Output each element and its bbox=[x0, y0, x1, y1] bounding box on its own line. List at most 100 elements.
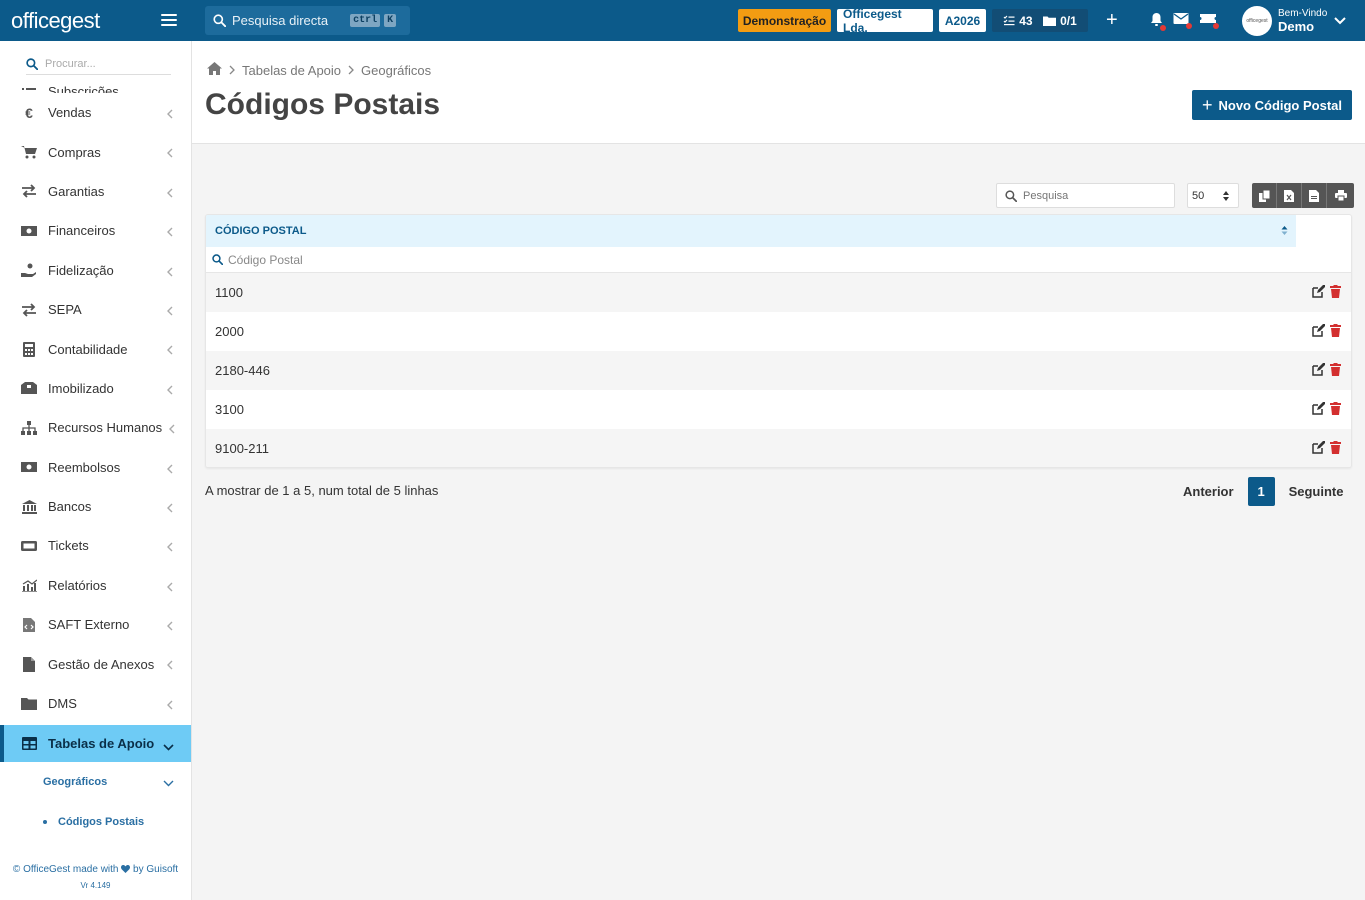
sidebar-item-label: Recursos Humanos bbox=[48, 420, 163, 436]
breadcrumb: Tabelas de Apoio Geográficos bbox=[207, 62, 431, 78]
sidebar-search[interactable]: Procurar... bbox=[26, 53, 171, 75]
sidebar-item-imobilizado[interactable]: Imobilizado bbox=[0, 369, 191, 408]
table-row[interactable]: 1100 bbox=[206, 273, 1351, 312]
sidebar-item-saft-externo[interactable]: SAFT Externo bbox=[0, 605, 191, 644]
page-1-button[interactable]: 1 bbox=[1247, 477, 1275, 506]
column-filter-input[interactable] bbox=[228, 252, 528, 267]
chevron-left-icon bbox=[167, 343, 173, 358]
ticket-icon[interactable] bbox=[1200, 12, 1219, 29]
copy-button[interactable] bbox=[1252, 183, 1277, 208]
edit-icon[interactable] bbox=[1312, 363, 1325, 376]
sidebar-item-fidelizacao[interactable]: Fidelização bbox=[0, 251, 191, 290]
sidebar-item-tabelas-de-apoio[interactable]: Tabelas de Apoio bbox=[0, 725, 191, 763]
sidebar-item-tickets[interactable]: Tickets bbox=[0, 526, 191, 565]
avatar[interactable]: officegest bbox=[1242, 6, 1272, 36]
money-icon bbox=[21, 459, 37, 475]
previous-page-button[interactable]: Anterior bbox=[1175, 484, 1242, 499]
sidebar-subitem-geograficos[interactable]: Geográficos bbox=[0, 762, 191, 802]
edit-icon[interactable] bbox=[1312, 324, 1325, 337]
delete-icon[interactable] bbox=[1330, 402, 1341, 415]
plus-icon[interactable]: + bbox=[1106, 10, 1118, 30]
sidebar-item-label: Relatórios bbox=[48, 577, 107, 593]
org-chart-icon bbox=[21, 420, 37, 436]
delete-icon[interactable] bbox=[1330, 285, 1341, 298]
chevron-left-icon bbox=[167, 304, 173, 319]
sidebar-subsubitem-codigos-postais[interactable]: Códigos Postais bbox=[0, 802, 191, 842]
year-badge[interactable]: A2026 bbox=[939, 9, 986, 32]
print-button[interactable] bbox=[1327, 183, 1354, 208]
delete-icon[interactable] bbox=[1330, 363, 1341, 376]
sidebar-item-vendas[interactable]: € Vendas bbox=[0, 93, 191, 132]
chevron-down-icon bbox=[163, 778, 174, 790]
sidebar-item-label: Bancos bbox=[48, 499, 92, 515]
menu-icon[interactable] bbox=[161, 14, 177, 26]
sidebar-item-recursos-humanos[interactable]: Recursos Humanos bbox=[0, 408, 191, 447]
company-badge[interactable]: Officegest Lda. bbox=[837, 7, 933, 35]
sidebar-item-sepa[interactable]: SEPA bbox=[0, 290, 191, 329]
sidebar-item-label: Subscrições bbox=[48, 84, 119, 93]
sidebar-item-contabilidade[interactable]: Contabilidade bbox=[0, 329, 191, 368]
home-icon[interactable] bbox=[207, 62, 222, 78]
page-size-select[interactable]: 50 bbox=[1187, 183, 1239, 208]
excel-button[interactable] bbox=[1277, 183, 1302, 208]
sidebar-item-reembolsos[interactable]: Reembolsos bbox=[0, 448, 191, 487]
new-postal-code-button[interactable]: + Novo Código Postal bbox=[1192, 90, 1352, 120]
export-buttons bbox=[1252, 183, 1354, 208]
sidebar-item-bancos[interactable]: Bancos bbox=[0, 487, 191, 526]
table-row[interactable]: 2000 bbox=[206, 312, 1351, 351]
counts-badge[interactable]: 43 0/1 bbox=[992, 9, 1088, 32]
chevron-down-icon[interactable] bbox=[1334, 13, 1346, 28]
postal-codes-table: Código Postal 1100 2000 2180-446 3100 bbox=[205, 214, 1352, 468]
global-search[interactable]: Pesquisa directa ctrl K bbox=[205, 6, 410, 35]
sidebar-item-label: DMS bbox=[48, 696, 77, 712]
folders-counter[interactable]: 0/1 bbox=[1043, 14, 1077, 28]
sidebar-item-gestao-de-anexos[interactable]: Gestão de Anexos bbox=[0, 644, 191, 683]
sidebar-item-relatorios[interactable]: Relatórios bbox=[0, 566, 191, 605]
edit-icon[interactable] bbox=[1312, 402, 1325, 415]
tasks-counter[interactable]: 43 bbox=[1003, 14, 1033, 28]
sidebar-item-subscricoes[interactable]: Subscrições bbox=[0, 79, 191, 93]
postal-code-cell: 1100 bbox=[215, 285, 243, 300]
version: Vr 4.149 bbox=[80, 881, 111, 890]
footer-text-1: © OfficeGest made with bbox=[12, 864, 119, 875]
sidebar-item-label: Tabelas de Apoio bbox=[48, 736, 155, 752]
table-search[interactable] bbox=[996, 183, 1175, 208]
sidebar-item-garantias[interactable]: Garantias bbox=[0, 172, 191, 211]
chevron-left-icon bbox=[167, 658, 173, 673]
mail-icon[interactable] bbox=[1173, 12, 1192, 29]
demo-badge[interactable]: Demonstração bbox=[738, 9, 831, 32]
edit-icon[interactable] bbox=[1312, 285, 1325, 298]
calculator-icon bbox=[21, 341, 37, 357]
table-row[interactable]: 3100 bbox=[206, 390, 1351, 429]
sidebar-search-placeholder: Procurar... bbox=[45, 57, 96, 70]
sidebar-item-label: Gestão de Anexos bbox=[48, 656, 155, 672]
delete-icon[interactable] bbox=[1330, 441, 1341, 454]
sidebar-item-dms[interactable]: DMS bbox=[0, 684, 191, 723]
chevron-left-icon bbox=[167, 265, 173, 280]
table-row[interactable]: 2180-446 bbox=[206, 351, 1351, 390]
user-welcome[interactable]: Bem-Vindo Demo bbox=[1278, 7, 1327, 33]
sidebar-item-label: Financeiros bbox=[48, 223, 116, 239]
sidebar-item-financeiros[interactable]: Financeiros bbox=[0, 211, 191, 250]
table-search-input[interactable] bbox=[1023, 189, 1163, 202]
top-bar: officegest Pesquisa directa ctrl K Demon… bbox=[0, 0, 1365, 41]
updown-icon bbox=[1222, 190, 1230, 205]
bell-icon[interactable] bbox=[1150, 12, 1166, 31]
logo[interactable]: officegest bbox=[0, 0, 192, 41]
delete-icon[interactable] bbox=[1330, 324, 1341, 337]
sidebar-item-compras[interactable]: Compras bbox=[0, 132, 191, 171]
breadcrumb-item[interactable]: Tabelas de Apoio bbox=[242, 63, 341, 78]
table-row[interactable]: 9100-211 bbox=[206, 429, 1351, 467]
pdf-icon bbox=[1309, 189, 1319, 202]
euro-icon: € bbox=[25, 104, 33, 121]
next-page-button[interactable]: Seguinte bbox=[1281, 484, 1352, 499]
column-header-codigo-postal[interactable]: Código Postal bbox=[206, 215, 1296, 247]
sidebar-menu: Subscrições € Vendas Compras Garantias F… bbox=[0, 79, 191, 842]
pdf-button[interactable] bbox=[1302, 183, 1327, 208]
chevron-left-icon bbox=[167, 619, 173, 634]
folder-icon bbox=[1043, 16, 1057, 26]
breadcrumb-item[interactable]: Geográficos bbox=[361, 63, 431, 78]
edit-icon[interactable] bbox=[1312, 441, 1325, 454]
sidebar-item-label: Compras bbox=[48, 144, 101, 160]
column-filter[interactable] bbox=[206, 247, 1351, 273]
